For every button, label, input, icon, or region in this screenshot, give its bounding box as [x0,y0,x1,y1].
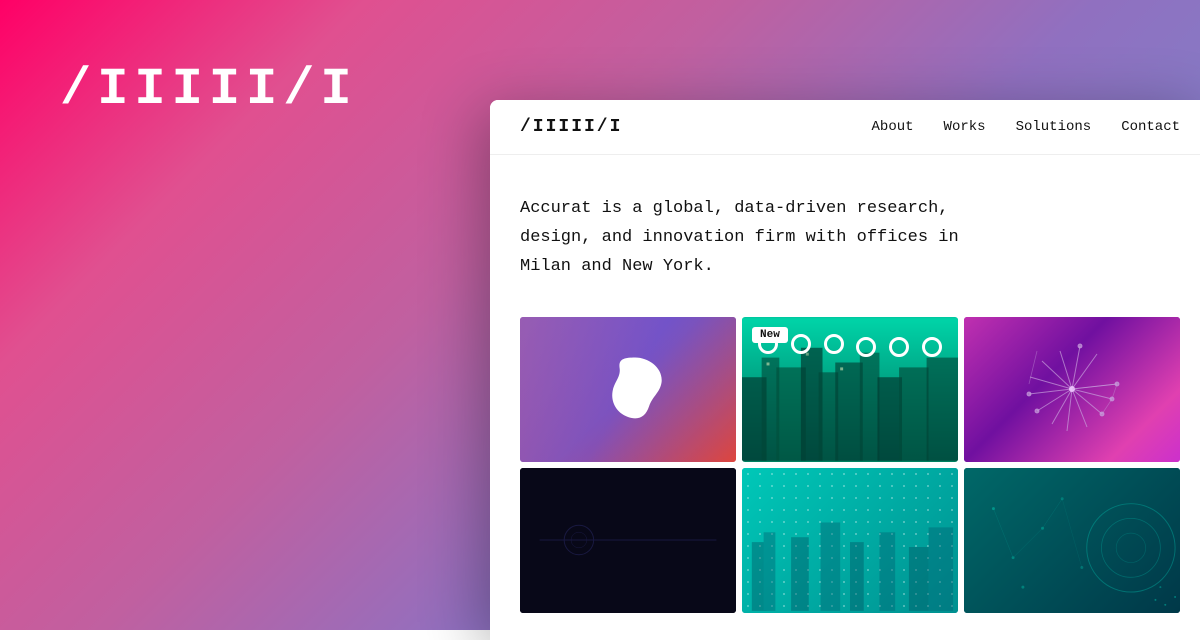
portfolio-item-2[interactable]: New [742,317,958,462]
nav-logo: /IIIII/I [520,117,622,137]
hero-text: Accurat is a global, data-driven researc… [520,195,1000,282]
nav-contact[interactable]: Contact [1121,119,1180,135]
eye-dot [824,334,844,354]
eye-dot [922,337,942,357]
portfolio-item-1[interactable] [520,317,736,462]
circles-svg [964,468,1180,613]
nav-about[interactable]: About [872,119,914,135]
background-logo: /IIIII/I [60,60,358,119]
portfolio-grid: New [520,317,1180,613]
new-badge: New [752,327,788,343]
city-overlay [742,511,958,613]
portfolio-item-5[interactable] [742,468,958,613]
nav-links: About Works Solutions Contact [872,119,1180,135]
nav-solutions[interactable]: Solutions [1016,119,1092,135]
blob-shape [600,349,670,429]
portfolio-item-6[interactable] [964,468,1180,613]
eye-dot [856,337,876,357]
portfolio-item-4[interactable] [520,468,736,613]
portfolio-item-3[interactable] [964,317,1180,462]
eye-dot [889,337,909,357]
dark-lines [520,468,736,613]
navigation: /IIIII/I About Works Solutions Contact [490,100,1200,155]
starburst-svg [1017,334,1127,444]
main-content: Accurat is a global, data-driven researc… [490,155,1200,633]
eye-dot [791,334,811,354]
browser-window: /IIIII/I About Works Solutions Contact A… [490,100,1200,640]
nav-works[interactable]: Works [944,119,986,135]
